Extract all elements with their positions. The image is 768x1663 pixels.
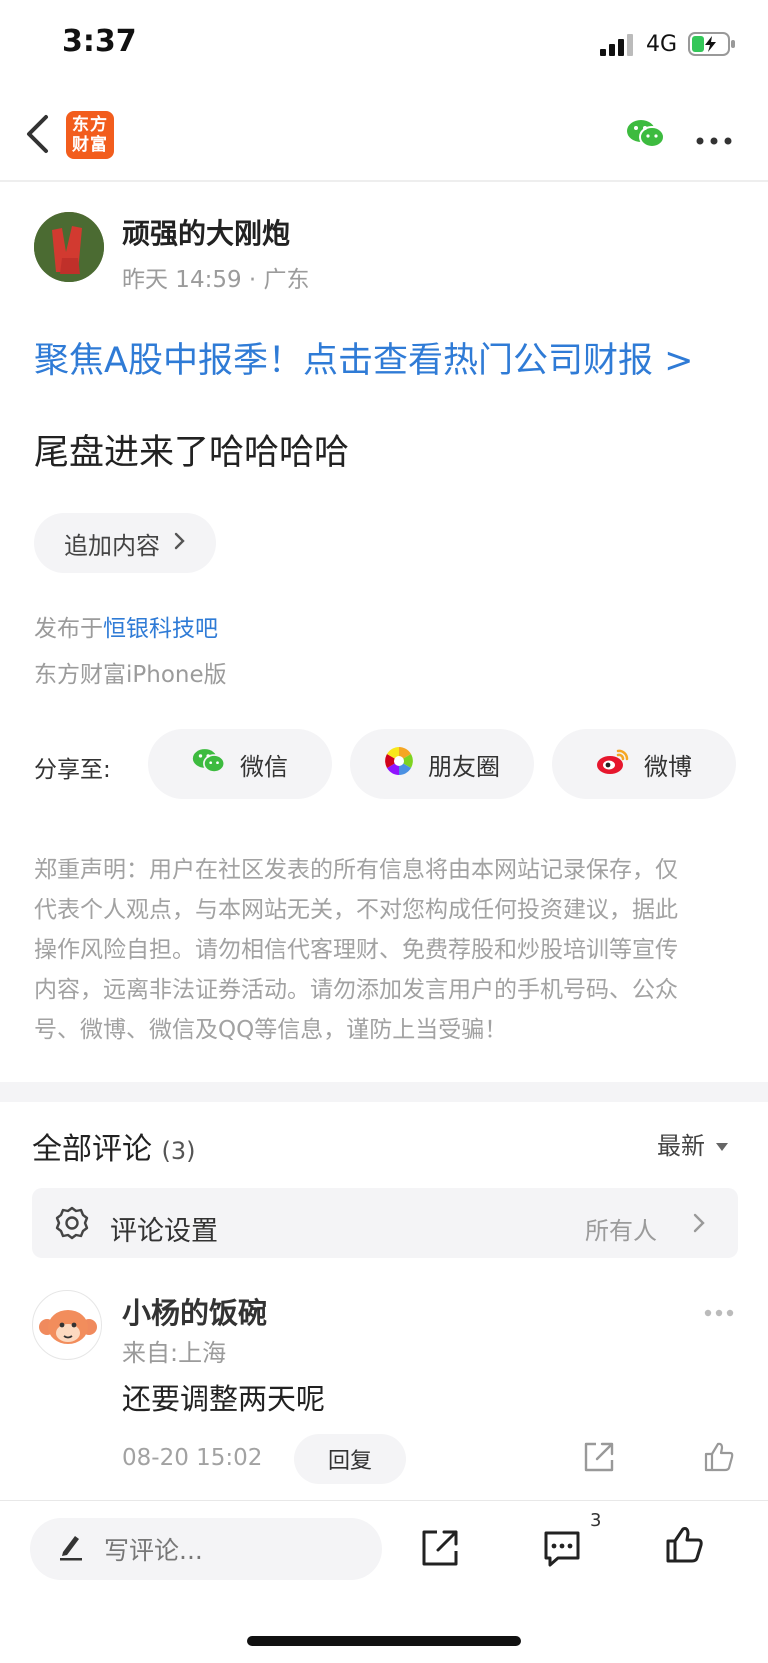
status-time: 3:37: [62, 24, 137, 59]
comment-settings-label: 评论设置: [110, 1216, 218, 1247]
published-prefix: 发布于: [34, 616, 103, 642]
reply-label: 回复: [327, 1449, 372, 1474]
share-label: 分享至:: [34, 757, 111, 783]
like-icon[interactable]: [702, 1440, 736, 1478]
more-icon[interactable]: [704, 1302, 734, 1321]
bottom-bar-divider: [0, 1500, 768, 1501]
share-icon[interactable]: [420, 1528, 460, 1572]
caret-down-icon: [715, 1130, 729, 1158]
disclaimer-line: 郑重声明：用户在社区发表的所有信息将由本网站记录保存，仅: [34, 857, 678, 883]
comment-count-badge: 3: [590, 1510, 602, 1531]
home-indicator: [247, 1636, 521, 1646]
disclaimer: 郑重声明：用户在社区发表的所有信息将由本网站记录保存，仅 代表个人观点，与本网站…: [34, 850, 734, 1050]
share-wechat-button[interactable]: 微信: [148, 729, 332, 799]
share-moments-button[interactable]: 朋友圈: [350, 729, 534, 799]
published-in: 发布于恒银科技吧: [34, 609, 218, 643]
eastmoney-logo: 东方 财富: [66, 111, 114, 159]
gear-icon: [54, 1205, 90, 1245]
chevron-right-icon: [692, 1212, 706, 1238]
signal-icon: [600, 34, 634, 60]
commenter-avatar[interactable]: [32, 1290, 102, 1360]
author-meta: 昨天 14:59 · 广东: [122, 267, 310, 293]
post-content: 尾盘进来了哈哈哈哈: [34, 433, 350, 473]
pencil-icon: [58, 1531, 84, 1567]
battery-icon: [688, 32, 736, 60]
append-label: 追加内容: [64, 531, 160, 560]
sort-dropdown[interactable]: 最新: [657, 1126, 729, 1161]
append-content-button[interactable]: 追加内容: [34, 513, 216, 573]
share-wechat-label: 微信: [240, 752, 288, 781]
comment-time: 08-20 15:02: [122, 1445, 263, 1471]
client-label: 东方财富iPhone版: [34, 662, 227, 688]
nav-divider: [0, 180, 768, 182]
promo-link[interactable]: 聚焦A股中报季！点击查看热门公司财报 >: [34, 332, 693, 383]
wechat-icon[interactable]: [626, 118, 666, 154]
reply-button[interactable]: 回复: [294, 1434, 406, 1484]
weibo-icon: [596, 747, 630, 781]
back-icon[interactable]: [24, 114, 50, 158]
chevron-right-icon: [174, 529, 186, 557]
network-label: 4G: [646, 32, 678, 57]
author-avatar[interactable]: [34, 212, 104, 282]
commenter-location: 来自:上海: [122, 1339, 227, 1367]
commenter-name[interactable]: 小杨的饭碗: [122, 1290, 267, 1332]
comments-count: (3): [161, 1137, 196, 1165]
author-name[interactable]: 顽强的大刚炮: [122, 212, 290, 252]
comment-text: 还要调整两天呢: [122, 1382, 326, 1416]
share-weibo-button[interactable]: 微博: [552, 729, 736, 799]
forum-link[interactable]: 恒银科技吧: [103, 616, 218, 642]
section-divider: [0, 1082, 768, 1102]
disclaimer-line: 代表个人观点，与本网站无关，不对您构成任何投资建议，据此: [34, 897, 678, 923]
share-weibo-label: 微博: [644, 752, 692, 781]
more-icon[interactable]: [696, 130, 732, 149]
sort-label: 最新: [657, 1132, 705, 1160]
disclaimer-line: 内容，远离非法证券活动。请勿添加发言用户的手机号码、公众: [34, 977, 678, 1003]
share-moments-label: 朋友圈: [428, 752, 500, 781]
wechat-icon: [192, 747, 226, 781]
disclaimer-line: 操作风险自担。请勿相信代客理财、免费荐股和炒股培训等宣传: [34, 937, 678, 963]
comment-icon[interactable]: [542, 1528, 582, 1572]
comments-title-label: 全部评论: [32, 1132, 152, 1167]
like-icon[interactable]: [664, 1524, 706, 1570]
write-comment-input[interactable]: 写评论...: [30, 1518, 382, 1580]
moments-icon: [384, 746, 414, 782]
share-icon[interactable]: [582, 1440, 616, 1478]
comment-settings-value: 所有人: [585, 1217, 657, 1245]
comments-title: 全部评论 (3): [32, 1124, 196, 1168]
write-comment-placeholder: 写评论...: [104, 1536, 203, 1565]
disclaimer-line: 号、微博、微信及QQ等信息，谨防上当受骗！: [34, 1017, 508, 1043]
